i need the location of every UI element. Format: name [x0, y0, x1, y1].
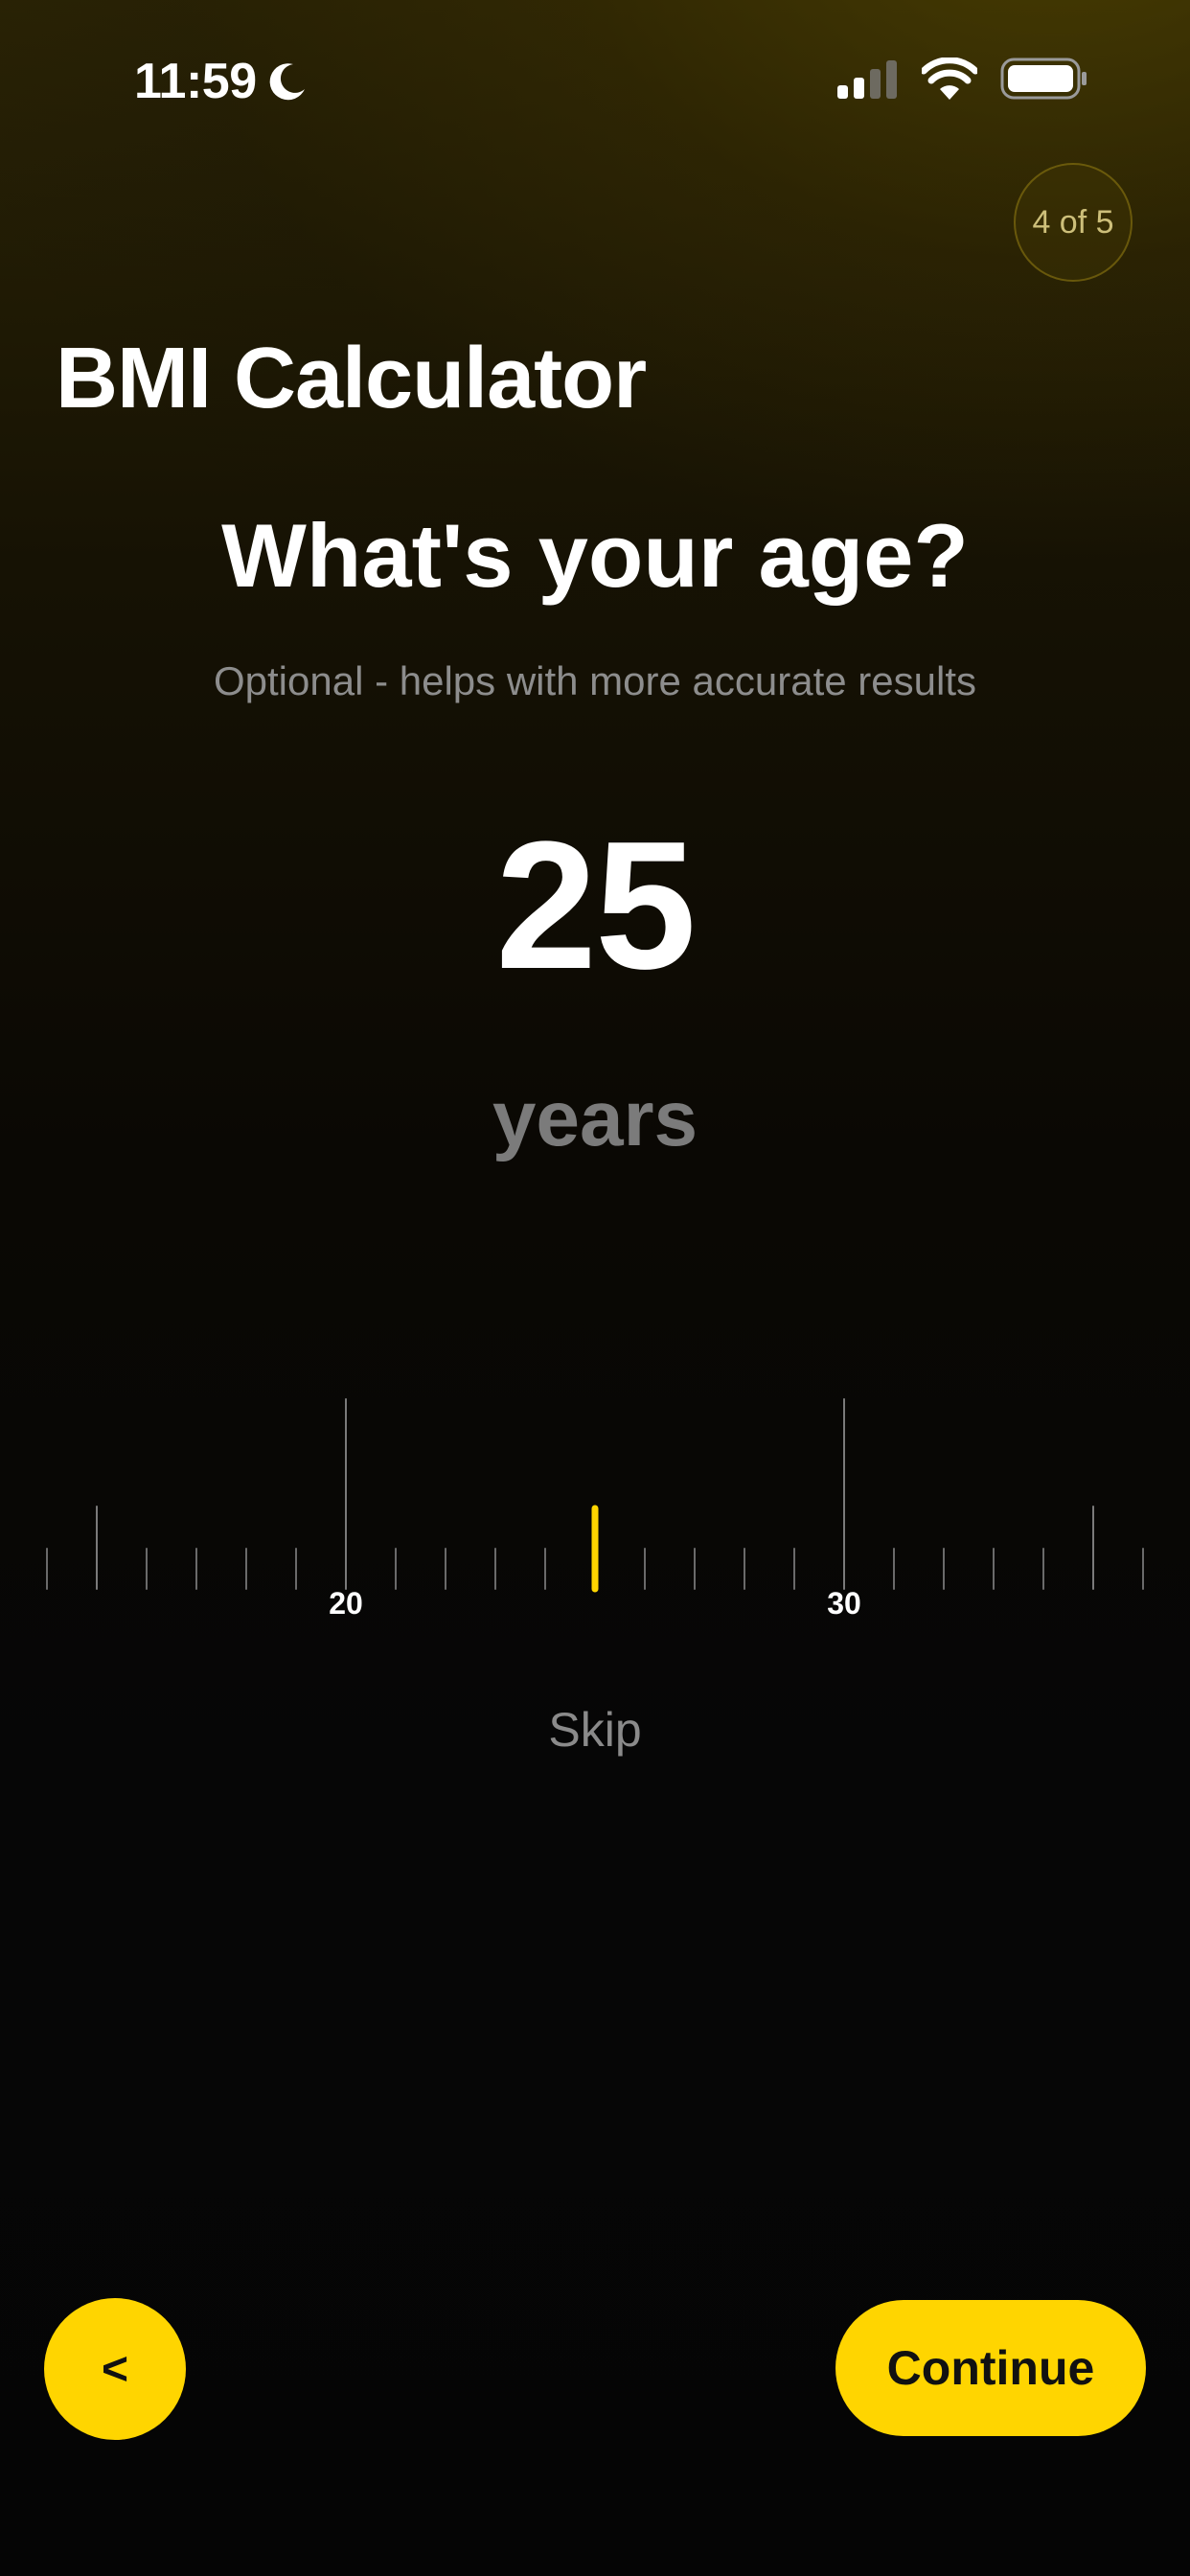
status-bar-indicators [837, 58, 1088, 100]
continue-button[interactable]: Continue [835, 2300, 1146, 2436]
moon-icon [269, 63, 305, 101]
status-bar-time: 11:59 [134, 48, 309, 115]
app-title: BMI Calculator [56, 331, 647, 426]
step-indicator-text: 4 of 5 [1032, 203, 1114, 241]
step-indicator-badge: 4 of 5 [1014, 163, 1133, 282]
battery-icon [1000, 58, 1087, 100]
age-unit: years [492, 1075, 698, 1162]
back-button[interactable]: < [44, 2298, 186, 2440]
skip-button[interactable]: Skip [0, 1696, 1190, 1763]
question-subtitle: Optional - helps with more accurate resu… [213, 658, 976, 703]
wifi-icon [922, 58, 977, 100]
status-time-text: 11:59 [134, 54, 257, 109]
cellular-signal-icon [837, 60, 897, 99]
age-step-screen: 11:59 4 of 5 BMI Calculator What's your … [0, 0, 1190, 2576]
question-heading: What's your age? [221, 505, 969, 606]
age-value: 25 [495, 804, 696, 1007]
ruler-tick-label: 30 [827, 1586, 861, 1621]
ruler-tick-label: 20 [329, 1586, 363, 1621]
age-ruler-picker[interactable]: 20 30 [0, 1380, 1190, 1629]
